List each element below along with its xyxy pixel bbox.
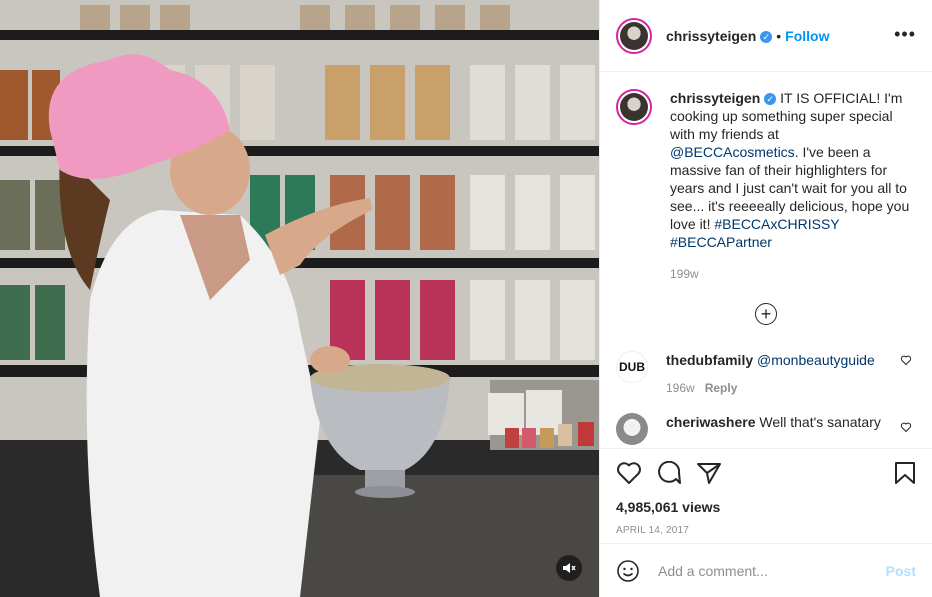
caption-mention[interactable]: @BECCAcosmetics (670, 144, 795, 160)
post-header: chrissyteigen ✓ • Follow ••• (600, 0, 932, 72)
separator-dot: • (776, 27, 782, 44)
comment-body: cheriwashere Well that's sanatary (666, 413, 886, 445)
emoji-icon[interactable] (616, 559, 640, 583)
author-avatar[interactable] (616, 17, 652, 54)
comment-text: cheriwashere Well that's sanatary (666, 413, 886, 431)
post-video[interactable] (0, 0, 599, 597)
mute-icon (563, 563, 576, 573)
video-frame (0, 0, 599, 597)
verified-badge-icon: ✓ (764, 93, 777, 106)
commenter-avatar[interactable]: DUB (616, 351, 648, 383)
action-icons (616, 459, 916, 487)
author-username[interactable]: chrissyteigen (666, 28, 756, 44)
comment-body: thedubfamily @monbeautyguide 196w Reply (666, 351, 886, 395)
comment-icon[interactable] (656, 461, 682, 485)
add-comment-bar: Post (600, 543, 932, 597)
hashtag-link[interactable]: #BECCAPartner (670, 234, 772, 250)
comment-username[interactable]: thedubfamily (666, 352, 753, 368)
comment-username[interactable]: cheriwashere (666, 414, 756, 430)
caption-avatar[interactable] (616, 89, 652, 125)
hashtag-link[interactable]: #BECCAxCHRISSY (714, 216, 839, 232)
caption-body: chrissyteigen ✓ IT IS OFFICIAL! I'm cooki… (670, 89, 910, 281)
post-side-panel: chrissyteigen ✓ • Follow ••• chrissyteigen ✓… (599, 0, 932, 597)
post-actions: 4,985,061 views APRIL 14, 2017 (600, 448, 932, 543)
comments-list[interactable]: chrissyteigen ✓ IT IS OFFICIAL! I'm cooki… (600, 73, 932, 447)
header-user: chrissyteigen ✓ • Follow (666, 28, 830, 44)
heart-icon[interactable] (616, 461, 642, 485)
comment-content: Well that's sanatary (759, 414, 881, 430)
mute-button[interactable] (556, 555, 582, 581)
post-date[interactable]: APRIL 14, 2017 (616, 525, 916, 536)
caption: chrissyteigen ✓ IT IS OFFICIAL! I'm cooki… (600, 73, 932, 281)
load-more-icon[interactable]: + (755, 303, 777, 325)
instagram-post: chrissyteigen ✓ • Follow ••• chrissyteigen ✓… (0, 0, 932, 597)
caption-time[interactable]: 199w (670, 267, 910, 281)
like-comment-heart-icon[interactable] (900, 354, 912, 366)
load-more-comments: + (600, 303, 932, 325)
share-icon[interactable] (696, 461, 722, 485)
comment-text: thedubfamily @monbeautyguide (666, 351, 886, 369)
verified-badge-icon: ✓ (760, 30, 773, 43)
add-comment-input[interactable] (656, 561, 886, 580)
caption-username[interactable]: chrissyteigen (670, 90, 760, 106)
comment-mention[interactable]: @monbeautyguide (757, 352, 875, 368)
follow-button[interactable]: Follow (785, 28, 829, 44)
post-comment-button[interactable]: Post (886, 563, 916, 579)
comment-meta: 196w Reply (666, 381, 886, 395)
commenter-avatar[interactable] (616, 413, 648, 445)
bookmark-icon[interactable] (894, 461, 916, 485)
view-count[interactable]: 4,985,061 views (616, 499, 916, 515)
reply-button[interactable]: Reply (705, 381, 738, 395)
comment-item: DUB thedubfamily @monbeautyguide 196w Rep… (600, 351, 932, 395)
caption-text: chrissyteigen ✓ IT IS OFFICIAL! I'm cooki… (670, 89, 910, 251)
more-icon[interactable]: ••• (894, 25, 916, 43)
comment-time[interactable]: 196w (666, 381, 695, 395)
like-comment-heart-icon[interactable] (900, 421, 912, 433)
comment-item: cheriwashere Well that's sanatary (600, 413, 932, 445)
